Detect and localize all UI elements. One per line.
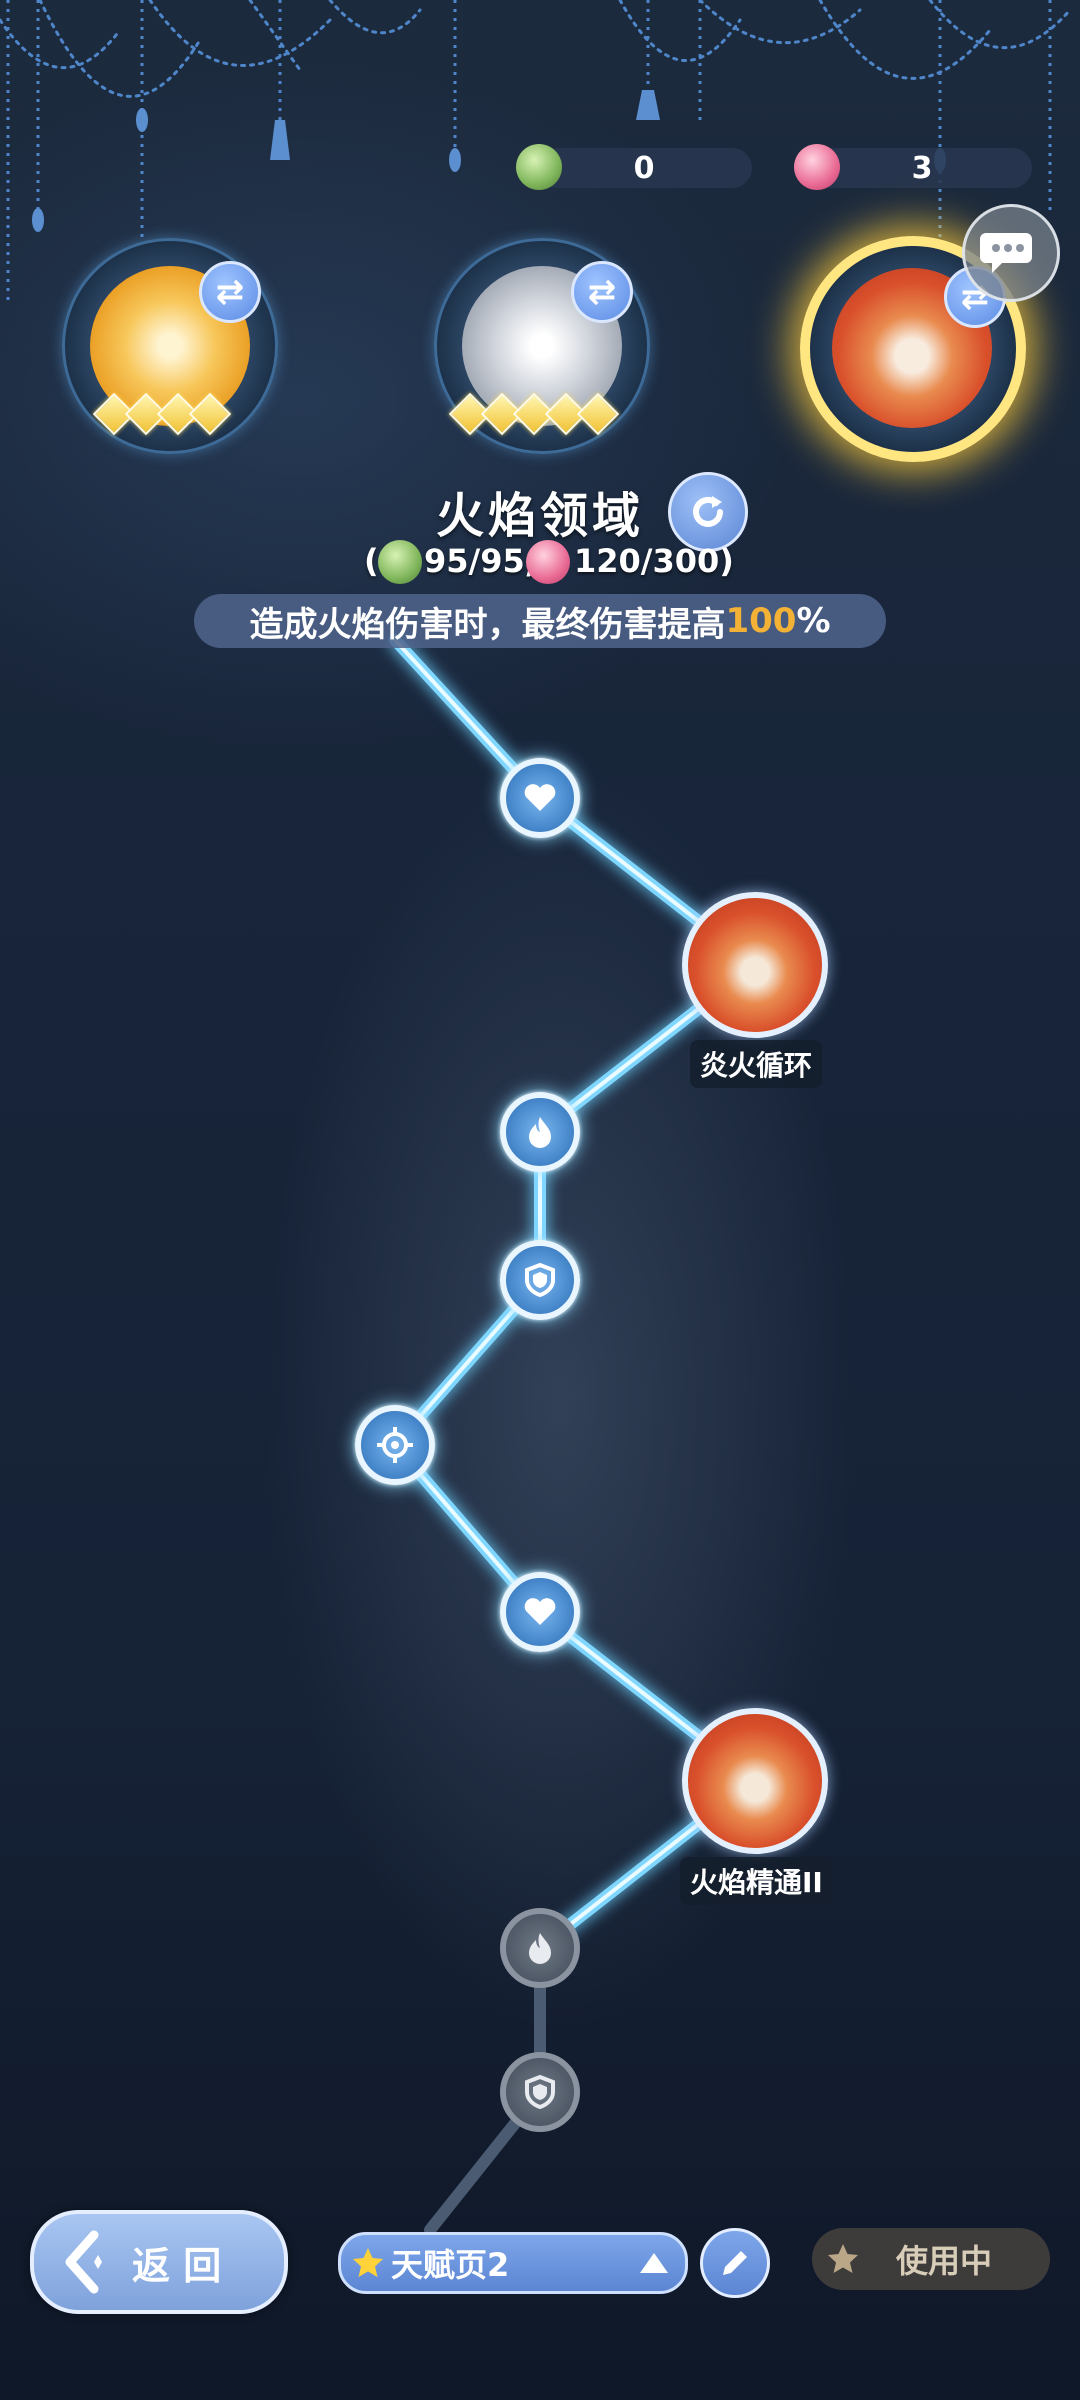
- major-node-fire-cycle[interactable]: [682, 892, 828, 1038]
- back-label: 返 回: [132, 2243, 222, 2288]
- shield-node[interactable]: [500, 1240, 580, 1320]
- heart-node[interactable]: [500, 1572, 580, 1652]
- in-use-status: 使用中: [812, 2228, 1050, 2290]
- locked-shield-node[interactable]: [500, 2052, 580, 2132]
- major-node-fire-mastery[interactable]: [682, 1708, 828, 1854]
- talent-path: [387, 634, 765, 2236]
- back-arrow-icon: [65, 2230, 102, 2294]
- locked-flame-node[interactable]: [500, 1908, 580, 1988]
- flame-icon: [529, 1117, 551, 1148]
- flame-node[interactable]: [500, 1092, 580, 1172]
- crosshair-icon: [377, 1427, 413, 1463]
- heart-icon: [524, 1598, 556, 1625]
- star-icon: [353, 2248, 383, 2277]
- crosshair-node[interactable]: [355, 1405, 435, 1485]
- edit-page-button[interactable]: [700, 2228, 770, 2298]
- description-value: 100: [725, 601, 797, 641]
- back-button[interactable]: 返 回: [30, 2210, 288, 2314]
- page-label: 天赋页2: [391, 2246, 510, 2284]
- shield-icon: [525, 2075, 555, 2109]
- major-node-label: 炎火循环: [690, 1040, 823, 1088]
- talent-page-selector[interactable]: 天赋页2: [338, 2232, 688, 2294]
- in-use-label: 使用中: [896, 2242, 993, 2280]
- heart-icon: [524, 784, 556, 811]
- heart-node[interactable]: [500, 758, 580, 838]
- description-suffix: %: [796, 601, 831, 641]
- pencil-icon: [723, 2251, 747, 2275]
- triangle-up-icon: [640, 2253, 668, 2273]
- star-icon: [828, 2244, 858, 2273]
- description-text: 造成火焰伤害时，最终伤害提高: [249, 604, 726, 645]
- talent-description: 造成火焰伤害时，最终伤害提高 100 %: [194, 594, 886, 648]
- shield-icon: [525, 1263, 555, 1297]
- major-node-label: 火焰精通II: [680, 1857, 833, 1905]
- flame-icon: [529, 1933, 551, 1964]
